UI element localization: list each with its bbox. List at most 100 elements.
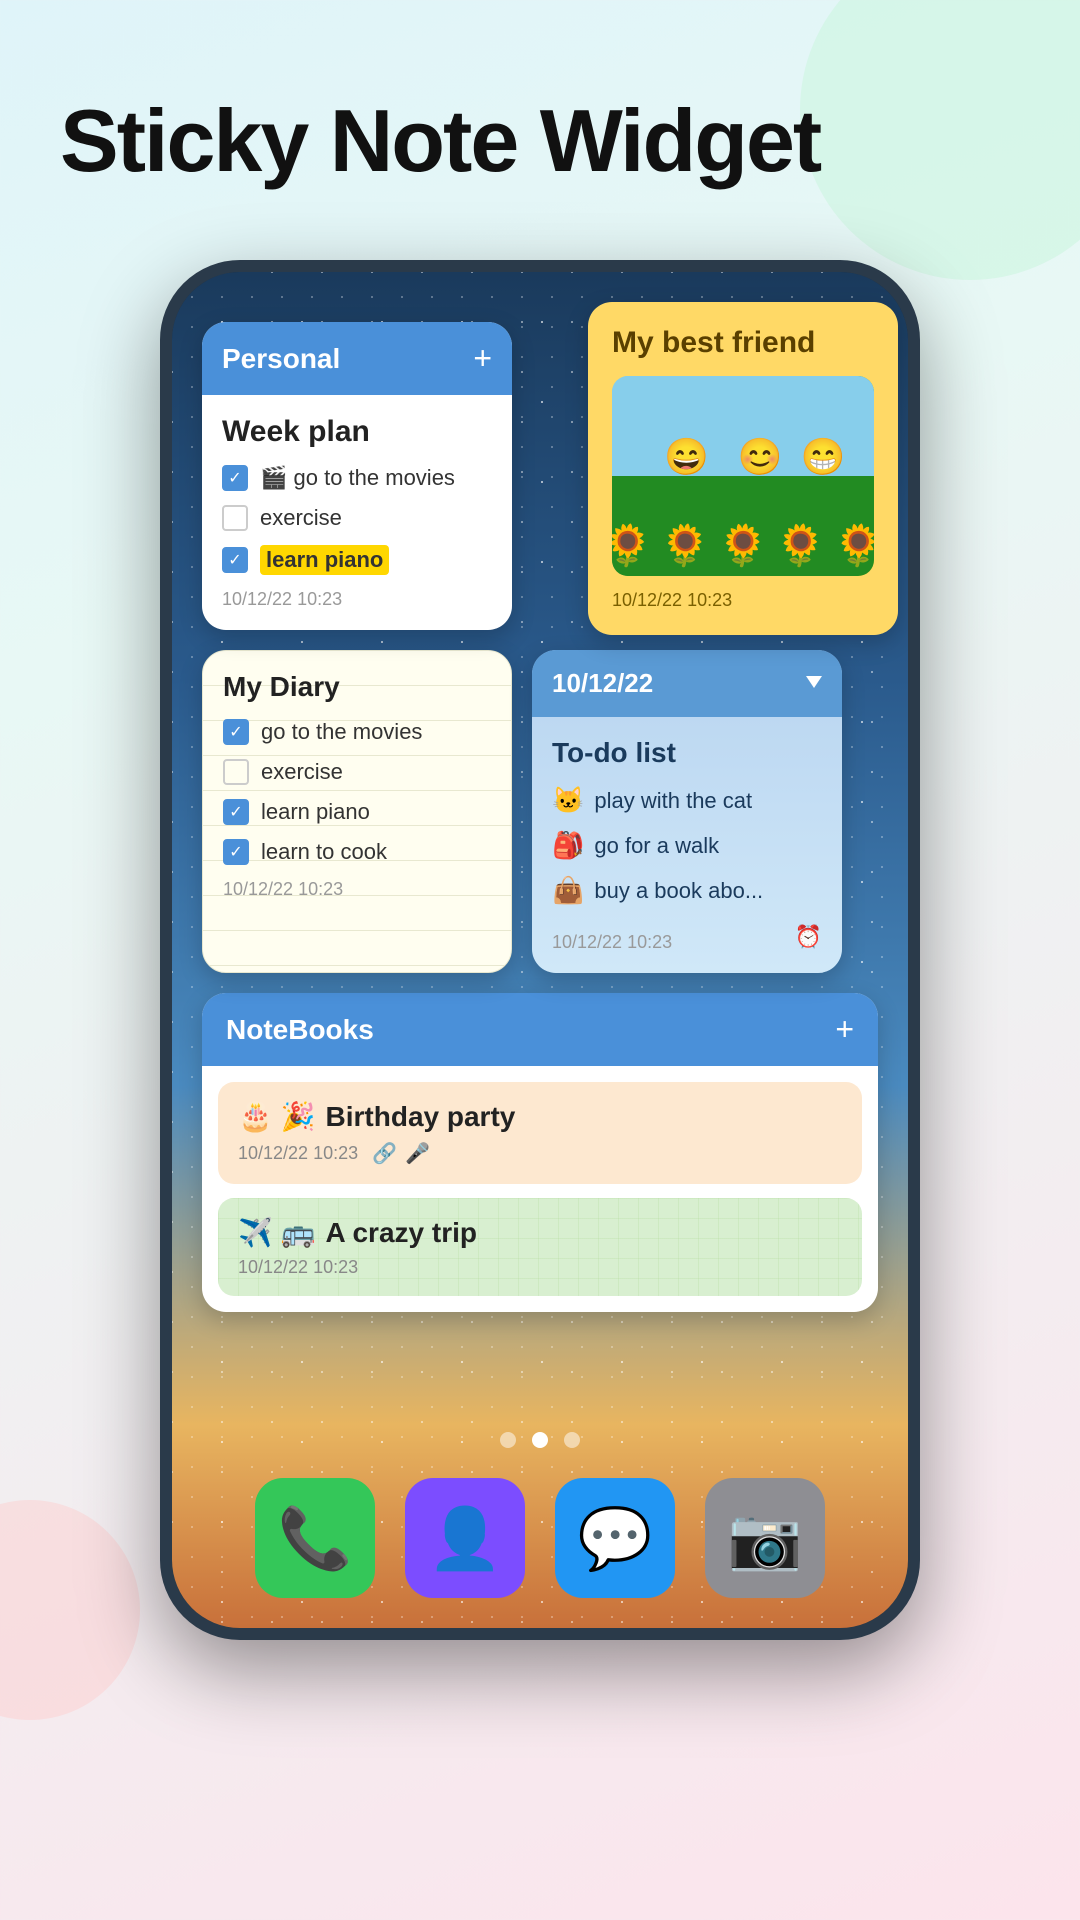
todo-item-text: go for a walk [594,833,719,859]
todo-emoji-1: 🐱 [552,785,584,816]
sunflower-1: 🌻 [612,526,652,566]
diary-widget: My Diary go to the movies exercise learn… [202,650,512,973]
notebook-meta: 10/12/22 10:23 [238,1257,842,1278]
notebook-timestamp-2: 10/12/22 10:23 [238,1257,358,1278]
list-item: learn to cook [223,839,491,865]
todo-header: 10/12/22 [532,650,842,717]
page-dot-3[interactable] [564,1432,580,1448]
checkbox-checked[interactable] [223,799,249,825]
item-text: 🎬 go to the movies [260,465,455,491]
notebook-icons: 🔗 🎤 [372,1141,430,1166]
page-dots [500,1432,580,1448]
personal-widget-title: Week plan [222,415,492,449]
notebook-meta: 10/12/22 10:23 🔗 🎤 [238,1141,842,1166]
item-text: learn to cook [261,839,387,865]
notebooks-widget: NoteBooks + 🎂 🎉 Birthday party 10/12/22 … [202,993,878,1312]
mic-icon: 🎤 [405,1141,430,1166]
notebooks-header: NoteBooks + [202,993,878,1066]
personal-timestamp: 10/12/22 10:23 [222,589,492,610]
messages-dock-icon[interactable]: 💬 [555,1478,675,1598]
chevron-down-icon [806,675,822,693]
todo-timestamp: 10/12/22 10:23 [552,932,672,953]
diary-title: My Diary [223,671,491,703]
personal-header-label: Personal [222,343,340,375]
person-emoji-3: 😁 [801,436,846,478]
list-item: 🎬 go to the movies [222,465,492,491]
notebook-timestamp-1: 10/12/22 10:23 [238,1143,358,1164]
todo-header-date: 10/12/22 [552,668,653,699]
notebook-title-1: Birthday party [326,1101,516,1133]
dock: 📞 👤 💬 📷 [255,1478,825,1598]
notebooks-body: 🎂 🎉 Birthday party 10/12/22 10:23 🔗 🎤 [202,1066,878,1312]
camera-dock-icon[interactable]: 📷 [705,1478,825,1598]
item-text: exercise [261,759,343,785]
notebook-name: ✈️ 🚌 A crazy trip [238,1216,842,1249]
person-emoji-1: 😄 [664,436,709,478]
phone-screen: Personal + Week plan 🎬 go to the movies … [172,272,908,1628]
friend-timestamp: 10/12/22 10:23 [612,590,874,611]
messages-icon: 💬 [578,1503,653,1574]
page-dot-2[interactable] [532,1432,548,1448]
camera-icon: 📷 [728,1503,803,1574]
notebook-item[interactable]: ✈️ 🚌 A crazy trip 10/12/22 10:23 [218,1198,862,1296]
notebooks-add-button[interactable]: + [835,1011,854,1048]
phone-dock-icon[interactable]: 📞 [255,1478,375,1598]
bg-circle-top-right [800,0,1080,280]
friend-widget: My best friend 😄 😊 😁 🌻 🌻 🌻 🌻 🌻 [588,302,898,635]
contacts-dock-icon[interactable]: 👤 [405,1478,525,1598]
item-text: go to the movies [261,719,422,745]
friend-widget-title: My best friend [612,326,874,360]
link-icon: 🔗 [372,1141,397,1166]
todo-emoji-2: 🎒 [552,830,584,861]
notebook-emoji-1: 🎂 🎉 [238,1100,316,1133]
sunflower-scene: 😄 😊 😁 🌻 🌻 🌻 🌻 🌻 [612,376,874,576]
widgets-area: Personal + Week plan 🎬 go to the movies … [202,322,878,1312]
checkbox-checked[interactable] [223,839,249,865]
phone-icon: 📞 [278,1503,353,1574]
notebook-name: 🎂 🎉 Birthday party [238,1100,842,1133]
checkbox-unchecked[interactable] [222,505,248,531]
todo-widget: 10/12/22 To-do list 🐱 play with the cat … [532,650,842,973]
checkbox-unchecked[interactable] [223,759,249,785]
personal-widget-body: Week plan 🎬 go to the movies exercise le… [202,395,512,630]
list-item: learn piano [223,799,491,825]
item-text: exercise [260,505,342,531]
page-title: Sticky Note Widget [60,90,820,192]
notebook-emoji-2: ✈️ 🚌 [238,1216,316,1249]
bg-circle-bottom-left [0,1500,140,1720]
middle-row: My Diary go to the movies exercise learn… [202,650,878,973]
sunflower-2: 🌻 [660,526,710,566]
todo-body: To-do list 🐱 play with the cat 🎒 go for … [532,717,842,973]
alarm-icon: ⏰ [795,924,822,950]
item-text-highlighted: learn piano [260,545,389,575]
personal-widget-header: Personal + [202,322,512,395]
list-item: 🎒 go for a walk [552,830,822,861]
notebook-item[interactable]: 🎂 🎉 Birthday party 10/12/22 10:23 🔗 🎤 [218,1082,862,1184]
personal-add-button[interactable]: + [473,340,492,377]
checkbox-checked[interactable] [223,719,249,745]
list-item: exercise [223,759,491,785]
list-item: go to the movies [223,719,491,745]
contacts-icon: 👤 [428,1503,503,1574]
checkbox-checked[interactable] [222,547,248,573]
diary-timestamp: 10/12/22 10:23 [223,879,491,900]
phone-mockup: Personal + Week plan 🎬 go to the movies … [160,260,920,1640]
list-item: exercise [222,505,492,531]
page-dot-1[interactable] [500,1432,516,1448]
todo-item-text: buy a book abo... [594,878,763,904]
list-item: 🐱 play with the cat [552,785,822,816]
personal-widget: Personal + Week plan 🎬 go to the movies … [202,322,512,630]
todo-item-text: play with the cat [594,788,752,814]
sunflower-4: 🌻 [776,526,826,566]
top-row: Personal + Week plan 🎬 go to the movies … [202,322,878,630]
list-item: 👜 buy a book abo... [552,875,822,906]
checkbox-checked[interactable] [222,465,248,491]
todo-title: To-do list [552,737,822,769]
todo-emoji-3: 👜 [552,875,584,906]
friend-image: 😄 😊 😁 🌻 🌻 🌻 🌻 🌻 [612,376,874,576]
sunflower-5: 🌻 [834,526,874,566]
notebook-title-2: A crazy trip [326,1217,477,1249]
item-text: learn piano [261,799,370,825]
person-emoji-2: 😊 [738,436,783,478]
sunflower-3: 🌻 [718,526,768,566]
